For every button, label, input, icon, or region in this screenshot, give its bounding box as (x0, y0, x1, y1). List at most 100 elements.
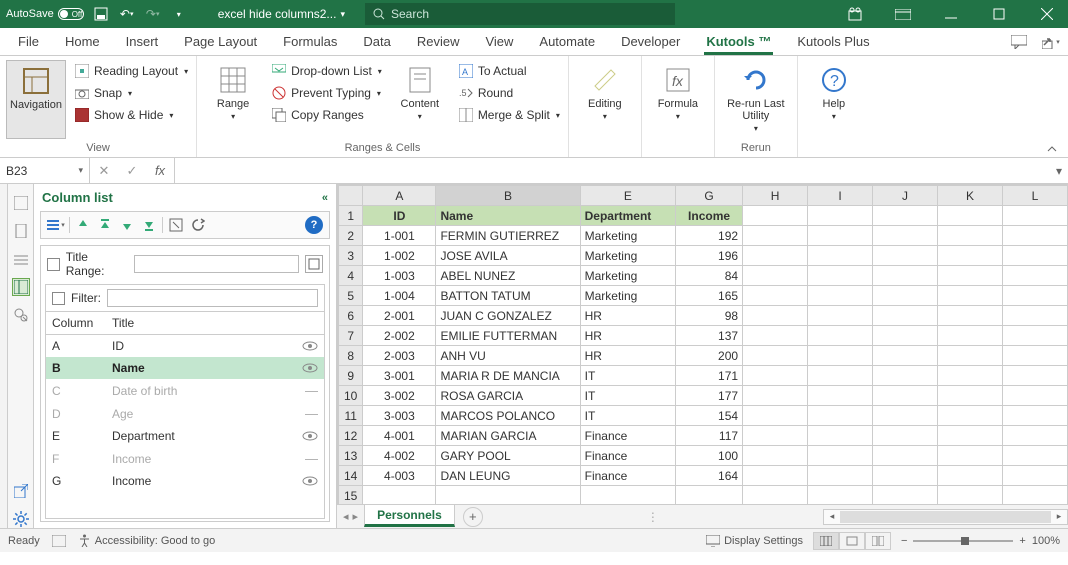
cell-G4[interactable]: 84 (676, 266, 743, 286)
cell-A12[interactable]: 4-001 (363, 426, 436, 446)
cell-J4[interactable] (873, 266, 938, 286)
horizontal-scrollbar[interactable]: ◂▸ (823, 509, 1068, 525)
help-button[interactable]: ? Help▾ (804, 60, 864, 139)
cell-E5[interactable]: Marketing (580, 286, 675, 306)
cell-L7[interactable] (1002, 326, 1067, 346)
col-header-L[interactable]: L (1002, 186, 1067, 206)
cell-H2[interactable] (743, 226, 808, 246)
cell-H14[interactable] (743, 466, 808, 486)
cell-A6[interactable]: 2-001 (363, 306, 436, 326)
maximize-button[interactable] (984, 0, 1014, 28)
visibility-icon[interactable] (302, 475, 318, 487)
cell-L4[interactable] (1002, 266, 1067, 286)
cell-I9[interactable] (808, 366, 873, 386)
column-list-item-F[interactable]: FIncome— (46, 447, 324, 470)
cell-H3[interactable] (743, 246, 808, 266)
tab-view[interactable]: View (473, 28, 525, 55)
cell-A2[interactable]: 1-001 (363, 226, 436, 246)
show-hide-button[interactable]: Show & Hide▾ (72, 104, 190, 126)
refresh-icon[interactable] (189, 216, 207, 234)
cell-K3[interactable] (937, 246, 1002, 266)
visibility-icon[interactable] (302, 362, 318, 374)
cell-E7[interactable]: HR (580, 326, 675, 346)
cell-E2[interactable]: Marketing (580, 226, 675, 246)
cell-G11[interactable]: 154 (676, 406, 743, 426)
visibility-icon[interactable]: — (305, 383, 318, 398)
cell-G13[interactable]: 100 (676, 446, 743, 466)
collapse-pane-icon[interactable]: « (322, 192, 328, 204)
title-range-input[interactable] (134, 255, 299, 273)
column-list-item-G[interactable]: GIncome (46, 470, 324, 492)
cell-A13[interactable]: 4-002 (363, 446, 436, 466)
cell-B5[interactable]: BATTON TATUM (436, 286, 580, 306)
cancel-formula-button[interactable]: ✕ (90, 163, 118, 179)
cell-J2[interactable] (873, 226, 938, 246)
tab-home[interactable]: Home (53, 28, 112, 55)
col-header-A[interactable]: A (363, 186, 436, 206)
cell-H8[interactable] (743, 346, 808, 366)
expand-formula-icon[interactable]: ▾ (1050, 158, 1068, 183)
cell-L5[interactable] (1002, 286, 1067, 306)
merge-split-button[interactable]: Merge & Split▾ (456, 104, 562, 126)
cell-H5[interactable] (743, 286, 808, 306)
editing-button[interactable]: Editing▾ (575, 60, 635, 139)
autosave-toggle[interactable]: AutoSave Off (6, 8, 84, 20)
cell-G12[interactable]: 117 (676, 426, 743, 446)
select-all-button[interactable] (339, 186, 363, 206)
visibility-icon[interactable]: — (305, 451, 318, 466)
cell-H12[interactable] (743, 426, 808, 446)
cell-I2[interactable] (808, 226, 873, 246)
cell-K5[interactable] (937, 286, 1002, 306)
collapse-ribbon-button[interactable] (1046, 139, 1068, 157)
col-header-G[interactable]: G (676, 186, 743, 206)
cell-J11[interactable] (873, 406, 938, 426)
cell-A10[interactable]: 3-002 (363, 386, 436, 406)
cell-A1[interactable]: ID (363, 206, 436, 226)
cell-E12[interactable]: Finance (580, 426, 675, 446)
column-list-item-B[interactable]: BName (46, 357, 324, 379)
fx-button[interactable]: fx (146, 163, 174, 178)
cell-A8[interactable]: 2-003 (363, 346, 436, 366)
row-header-10[interactable]: 10 (339, 386, 363, 406)
cell-A11[interactable]: 3-003 (363, 406, 436, 426)
snap-button[interactable]: Snap▾ (72, 82, 190, 104)
filename-dropdown[interactable]: excel hide columns2... ▾ (218, 7, 345, 21)
cell-H6[interactable] (743, 306, 808, 326)
cell-J12[interactable] (873, 426, 938, 446)
cell-L1[interactable] (1002, 206, 1067, 226)
zoom-out-button[interactable]: − (901, 535, 907, 547)
row-header-9[interactable]: 9 (339, 366, 363, 386)
cell-E6[interactable]: HR (580, 306, 675, 326)
cell-E9[interactable]: IT (580, 366, 675, 386)
cell-I10[interactable] (808, 386, 873, 406)
row-header-2[interactable]: 2 (339, 226, 363, 246)
cell-K10[interactable] (937, 386, 1002, 406)
cell-B1[interactable]: Name (436, 206, 580, 226)
cell-K4[interactable] (937, 266, 1002, 286)
cell-L6[interactable] (1002, 306, 1067, 326)
column-list-item-E[interactable]: EDepartment (46, 425, 324, 447)
cell-I7[interactable] (808, 326, 873, 346)
cell-K14[interactable] (937, 466, 1002, 486)
cell-K6[interactable] (937, 306, 1002, 326)
cell-H11[interactable] (743, 406, 808, 426)
normal-view-button[interactable] (813, 532, 839, 550)
cell-K9[interactable] (937, 366, 1002, 386)
tab-kutools-plus[interactable]: Kutools Plus (785, 28, 881, 55)
cell-E11[interactable]: IT (580, 406, 675, 426)
col-header-J[interactable]: J (873, 186, 938, 206)
cell-G1[interactable]: Income (676, 206, 743, 226)
cell-L3[interactable] (1002, 246, 1067, 266)
col-header-E[interactable]: E (580, 186, 675, 206)
cell-E3[interactable]: Marketing (580, 246, 675, 266)
cell-G6[interactable]: 98 (676, 306, 743, 326)
move-top-icon[interactable] (96, 216, 114, 234)
display-settings-button[interactable]: Display Settings (706, 535, 803, 547)
cell-K2[interactable] (937, 226, 1002, 246)
copy-ranges-button[interactable]: Copy Ranges (269, 104, 384, 126)
popout-icon[interactable] (12, 482, 30, 500)
edit-icon[interactable] (167, 216, 185, 234)
cell-J5[interactable] (873, 286, 938, 306)
cell-B11[interactable]: MARCOS POLANCO (436, 406, 580, 426)
col-header-K[interactable]: K (937, 186, 1002, 206)
